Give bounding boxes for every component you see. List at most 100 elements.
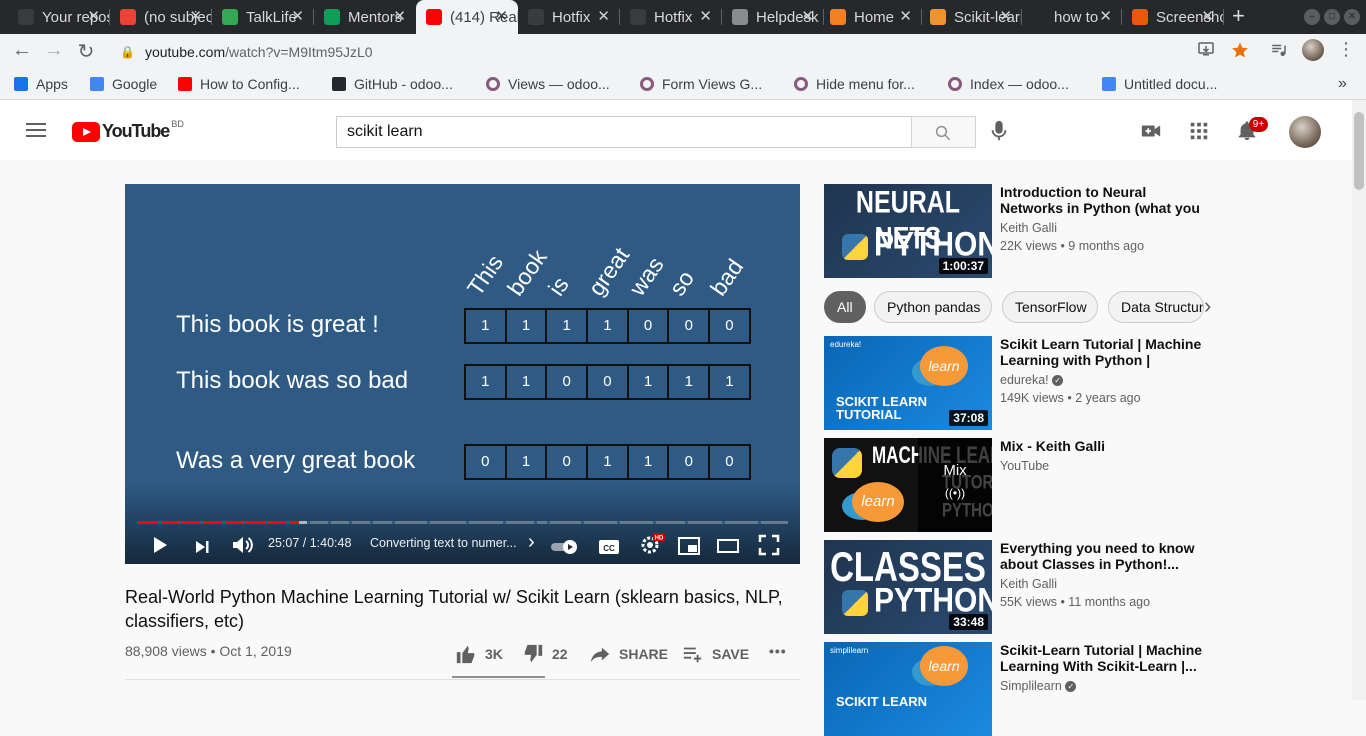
browser-tab[interactable]: Hotfix ✕ [518, 0, 620, 34]
browser-tab[interactable]: (414) Real-World Python✕ [416, 0, 518, 34]
close-tab-icon[interactable]: ✕ [999, 7, 1012, 25]
close-tab-icon[interactable]: ✕ [393, 7, 406, 25]
close-tab-icon[interactable]: ✕ [1201, 7, 1214, 25]
video-player[interactable]: This book is great was so bad This book is gre… [125, 184, 800, 564]
channel-name[interactable]: YouTube [1000, 459, 1049, 473]
filter-chip[interactable]: TensorFlow [1002, 291, 1098, 323]
menu-icon[interactable] [26, 123, 46, 137]
bookmark-star-icon[interactable] [1231, 41, 1249, 59]
related-video-item[interactable]: edureka! learn SCIKIT LEARN TUTORIAL 37:08 Sc… [824, 336, 1344, 430]
close-tab-icon[interactable]: ✕ [87, 7, 100, 25]
browser-tab[interactable]: Your repositories✕ [8, 0, 110, 34]
browser-tab[interactable]: Mentors ✕ [314, 0, 416, 34]
volume-icon[interactable] [231, 533, 255, 557]
filter-chip[interactable]: Data Structures [1108, 291, 1204, 323]
minimize-window-button[interactable]: – [1304, 9, 1320, 25]
browser-tab[interactable]: Helpdesk ✕ [722, 0, 824, 34]
related-video-title[interactable]: Mix - Keith Galli [1000, 438, 1210, 454]
address-bar[interactable]: 🔒 youtube.com/watch?v=M9Itm95JzL0 [108, 37, 1260, 67]
channel-name[interactable]: Keith Galli [1000, 577, 1057, 591]
captions-icon[interactable]: CC [598, 535, 620, 559]
profile-avatar[interactable] [1302, 39, 1324, 61]
video-thumbnail[interactable]: CLASSES PYTHON 33:48 [824, 540, 992, 634]
play-icon[interactable] [149, 533, 171, 557]
close-window-button[interactable]: ✕ [1344, 9, 1360, 25]
share-button[interactable]: SHARE [589, 643, 668, 665]
browser-tab[interactable]: Home ✕ [820, 0, 922, 34]
chapter-title[interactable]: Converting text to numer... [370, 536, 517, 550]
video-thumbnail[interactable]: edureka! learn SCIKIT LEARN TUTORIAL 37:08 [824, 336, 992, 430]
related-video-item[interactable]: MACHINE LEARNINGlearnTUTORIALPYTHONMix((… [824, 438, 1344, 532]
fullscreen-icon[interactable] [758, 533, 780, 557]
more-actions-button[interactable]: ••• [769, 643, 787, 659]
microphone-icon[interactable] [990, 120, 1008, 142]
channel-name[interactable]: Keith Galli [1000, 221, 1057, 235]
save-button[interactable]: SAVE [682, 643, 749, 665]
bookmark-item[interactable]: GitHub - odoo... [332, 76, 453, 92]
close-tab-icon[interactable]: ✕ [899, 7, 912, 25]
video-thumbnail[interactable]: simplilearn learn SCIKIT LEARN [824, 642, 992, 736]
search-button[interactable] [911, 116, 976, 148]
close-tab-icon[interactable]: ✕ [1099, 7, 1112, 25]
related-video-item[interactable]: NEURAL NETS PYTHON 1:00:37 Introduction to … [824, 184, 1344, 278]
chapter-arrow-icon[interactable]: › [528, 531, 535, 555]
related-video-item[interactable]: CLASSES PYTHON 33:48 Everything you need to… [824, 540, 1344, 634]
close-tab-icon[interactable]: ✕ [495, 7, 508, 25]
video-thumbnail[interactable]: MACHINE LEARNINGlearnTUTORIALPYTHONMix((… [824, 438, 992, 532]
close-tab-icon[interactable]: ✕ [597, 7, 610, 25]
theater-mode-icon[interactable] [716, 534, 740, 558]
bookmark-item[interactable]: Untitled docu... [1102, 76, 1217, 92]
new-tab-button[interactable]: + [1232, 3, 1245, 29]
account-avatar[interactable] [1289, 116, 1321, 148]
related-video-title[interactable]: Everything you need to know about Classe… [1000, 540, 1210, 572]
maximize-window-button[interactable]: □ [1324, 9, 1340, 25]
bookmark-item[interactable]: Hide menu for... [794, 76, 915, 92]
bookmark-item[interactable]: Index — odoo... [948, 76, 1069, 92]
browser-tab[interactable]: Hotfix ✕ [620, 0, 722, 34]
miniplayer-icon[interactable] [677, 534, 701, 558]
autoplay-toggle[interactable] [550, 535, 578, 559]
channel-name[interactable]: edureka! [1000, 373, 1049, 387]
related-video-title[interactable]: Introduction to Neural Networks in Pytho… [1000, 184, 1210, 216]
video-thumbnail[interactable]: NEURAL NETS PYTHON 1:00:37 [824, 184, 992, 278]
bookmark-item[interactable]: Views — odoo... [486, 76, 610, 92]
install-app-icon[interactable] [1198, 41, 1214, 57]
browser-tab[interactable]: Scikit-learn ✕ [920, 0, 1022, 34]
reload-button[interactable]: ↻ [74, 39, 98, 64]
progress-bar[interactable] [137, 521, 788, 524]
bookmark-item[interactable]: Google [90, 76, 157, 92]
create-video-icon[interactable] [1140, 120, 1162, 142]
media-controls-icon[interactable] [1270, 41, 1288, 59]
filter-chip[interactable]: All [824, 291, 866, 323]
forward-button[interactable]: → [42, 39, 66, 62]
close-tab-icon[interactable]: ✕ [699, 7, 712, 25]
next-video-icon[interactable] [193, 535, 211, 559]
bookmarks-overflow-button[interactable]: » [1338, 75, 1347, 93]
channel-name[interactable]: Simplilearn [1000, 679, 1062, 693]
page-scrollbar[interactable] [1352, 100, 1366, 700]
search-input[interactable]: scikit learn [336, 116, 912, 148]
chips-next-arrow[interactable]: › [1204, 293, 1211, 319]
related-video-title[interactable]: Scikit-Learn Tutorial | Machine Learning… [1000, 642, 1210, 674]
settings-gear-icon[interactable]: HD [639, 532, 665, 556]
close-tab-icon[interactable]: ✕ [189, 7, 202, 25]
related-video-title[interactable]: Scikit Learn Tutorial | Machine Learning… [1000, 336, 1210, 368]
close-tab-icon[interactable]: ✕ [291, 7, 304, 25]
browser-tab[interactable]: TalkLife ✕ [212, 0, 314, 34]
like-button[interactable]: 3K [455, 643, 503, 665]
related-video-item[interactable]: simplilearn learn SCIKIT LEARN Scikit-Learn… [824, 642, 1344, 736]
browser-tab[interactable]: how to ✕ [1020, 0, 1122, 34]
dislike-button[interactable]: 22 [522, 643, 568, 665]
filter-chip[interactable]: Python pandas [874, 291, 992, 323]
bookmark-item[interactable]: How to Config... [178, 76, 300, 92]
scrollbar-thumb[interactable] [1354, 112, 1364, 190]
bookmark-item[interactable]: Apps [14, 76, 68, 92]
apps-grid-icon[interactable] [1188, 120, 1210, 142]
browser-menu-button[interactable]: ⋮ [1334, 39, 1358, 60]
bookmark-item[interactable]: Form Views G... [640, 76, 762, 92]
close-tab-icon[interactable]: ✕ [801, 7, 814, 25]
back-button[interactable]: ← [10, 39, 34, 62]
youtube-logo[interactable]: YouTube BD [72, 119, 184, 142]
browser-tab[interactable]: Screenshot✕ [1122, 0, 1224, 34]
browser-tab[interactable]: (no subject)✕ [110, 0, 212, 34]
